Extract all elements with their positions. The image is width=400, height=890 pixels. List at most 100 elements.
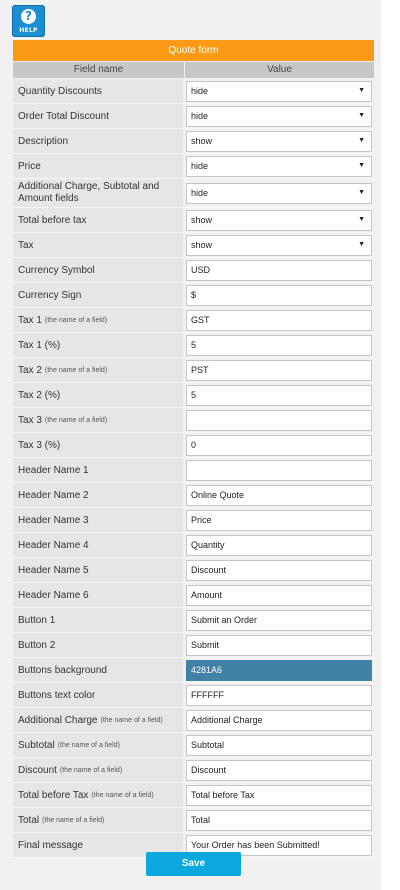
text-input[interactable]: PST — [186, 359, 372, 381]
text-input[interactable]: 5 — [186, 334, 372, 356]
text-input[interactable] — [186, 409, 372, 431]
select-dropdown[interactable]: show ▼ — [186, 130, 372, 152]
select-dropdown[interactable]: hide ▼ — [186, 182, 372, 204]
text-input[interactable]: Subtotal — [186, 734, 372, 756]
field-label-hint: (the name of a field) — [44, 316, 108, 324]
table-row: Header Name 6 Amount — [13, 583, 374, 608]
field-label: Button 1 — [13, 608, 183, 633]
select-value: show — [191, 240, 213, 250]
input-value: Total — [191, 815, 211, 825]
text-input[interactable]: Total before Tax — [186, 784, 372, 806]
field-value-cell: Discount — [183, 558, 374, 583]
field-label: Tax 1 (the name of a field) — [13, 308, 183, 333]
field-label-text: Header Name 5 — [18, 564, 89, 576]
table-row: Currency Sign $ — [13, 283, 374, 308]
text-input[interactable]: 0 — [186, 434, 372, 456]
field-label-text: Button 1 — [18, 614, 56, 626]
input-value: Submit — [191, 640, 220, 650]
field-value-cell: PST — [183, 358, 374, 383]
field-label: Header Name 1 — [13, 458, 183, 483]
field-label: Additional Charge (the name of a field) — [13, 708, 183, 733]
input-value: FFFFFF — [191, 690, 224, 700]
field-label-text: Buttons text color — [18, 689, 96, 701]
select-dropdown[interactable]: hide ▼ — [186, 155, 372, 177]
field-label: Buttons background — [13, 658, 183, 683]
select-dropdown[interactable]: hide ▼ — [186, 105, 372, 127]
table-row: Buttons background 4281A6 — [13, 658, 374, 683]
text-input[interactable]: Discount — [186, 559, 372, 581]
field-value-cell: show ▼ — [183, 129, 374, 154]
select-value: hide — [191, 161, 209, 171]
table-row: Button 1 Submit an Order — [13, 608, 374, 633]
text-input[interactable]: Online Quote — [186, 484, 372, 506]
select-dropdown[interactable]: show ▼ — [186, 234, 372, 256]
text-input[interactable]: USD — [186, 259, 372, 281]
field-label-text: Additional Charge — [18, 714, 98, 726]
field-label-text: Order Total Discount — [18, 110, 109, 122]
text-input[interactable]: Amount — [186, 584, 372, 606]
field-label: Header Name 5 — [13, 558, 183, 583]
field-label-text: Tax 2 — [18, 364, 42, 376]
table-row: Buttons text color FFFFFF — [13, 683, 374, 708]
save-button[interactable]: Save — [146, 852, 241, 876]
text-input[interactable]: Total — [186, 809, 372, 831]
input-value: PST — [191, 365, 209, 375]
text-input[interactable]: 5 — [186, 384, 372, 406]
field-value-cell: Quantity — [183, 533, 374, 558]
field-label-text: Currency Sign — [18, 289, 82, 301]
table-row: Header Name 3 Price — [13, 508, 374, 533]
text-input[interactable]: GST — [186, 309, 372, 331]
text-input[interactable]: Additional Charge — [186, 709, 372, 731]
table-row: Currency Symbol USD — [13, 258, 374, 283]
text-input[interactable]: Price — [186, 509, 372, 531]
field-value-cell: $ — [183, 283, 374, 308]
text-input[interactable]: Discount — [186, 759, 372, 781]
field-label: Description — [13, 129, 183, 154]
text-input[interactable]: Submit — [186, 634, 372, 656]
field-label: Tax 1 (%) — [13, 333, 183, 358]
text-input[interactable]: Submit an Order — [186, 609, 372, 631]
help-button[interactable]: ? HELP — [12, 5, 45, 37]
table-row: Tax 3 (%) 0 — [13, 433, 374, 458]
table-row: Tax 2 (%) 5 — [13, 383, 374, 408]
text-input[interactable] — [186, 459, 372, 481]
select-dropdown[interactable]: show ▼ — [186, 209, 372, 231]
input-value: Discount — [191, 765, 227, 775]
input-value: Additional Charge — [191, 715, 263, 725]
field-label-text: Total before tax — [18, 214, 87, 226]
field-value-cell: 5 — [183, 383, 374, 408]
table-row: Order Total Discount hide ▼ — [13, 104, 374, 129]
select-value: show — [191, 136, 213, 146]
field-value-cell: hide ▼ — [183, 154, 374, 179]
select-value: hide — [191, 111, 209, 121]
dropdown-arrow-icon: ▼ — [358, 111, 365, 119]
field-label-text: Header Name 6 — [18, 589, 89, 601]
table-row: Discount (the name of a field) Discount — [13, 758, 374, 783]
field-label: Header Name 4 — [13, 533, 183, 558]
field-label: Total before Tax (the name of a field) — [13, 783, 183, 808]
text-input[interactable]: FFFFFF — [186, 684, 372, 706]
text-input[interactable]: Quantity — [186, 534, 372, 556]
input-value: Your Order has been Submitted! — [191, 840, 320, 850]
color-input[interactable]: 4281A6 — [186, 659, 372, 681]
table-row: Tax show ▼ — [13, 233, 374, 258]
field-label-hint: (the name of a field) — [91, 791, 154, 799]
field-label-text: Total — [18, 814, 40, 826]
input-value: Online Quote — [191, 490, 245, 500]
text-input[interactable]: $ — [186, 284, 372, 306]
field-value-cell: 0 — [183, 433, 374, 458]
input-value: Quantity — [191, 540, 225, 550]
table-row: Tax 2 (the name of a field) PST — [13, 358, 374, 383]
field-label-text: Price — [18, 160, 41, 172]
dropdown-arrow-icon: ▼ — [358, 161, 365, 169]
select-dropdown[interactable]: hide ▼ — [186, 80, 372, 102]
input-value: USD — [191, 265, 211, 275]
field-label: Header Name 6 — [13, 583, 183, 608]
field-value-cell: Total before Tax — [183, 783, 374, 808]
field-label: Additional Charge, Subtotal and Amount f… — [13, 179, 183, 208]
table-header: Field name Value — [13, 62, 374, 78]
table-row: Additional Charge (the name of a field) Ad… — [13, 708, 374, 733]
input-value: Total before Tax — [191, 790, 255, 800]
question-mark-icon: ? — [21, 9, 36, 24]
field-label-text: Tax 1 — [18, 314, 42, 326]
